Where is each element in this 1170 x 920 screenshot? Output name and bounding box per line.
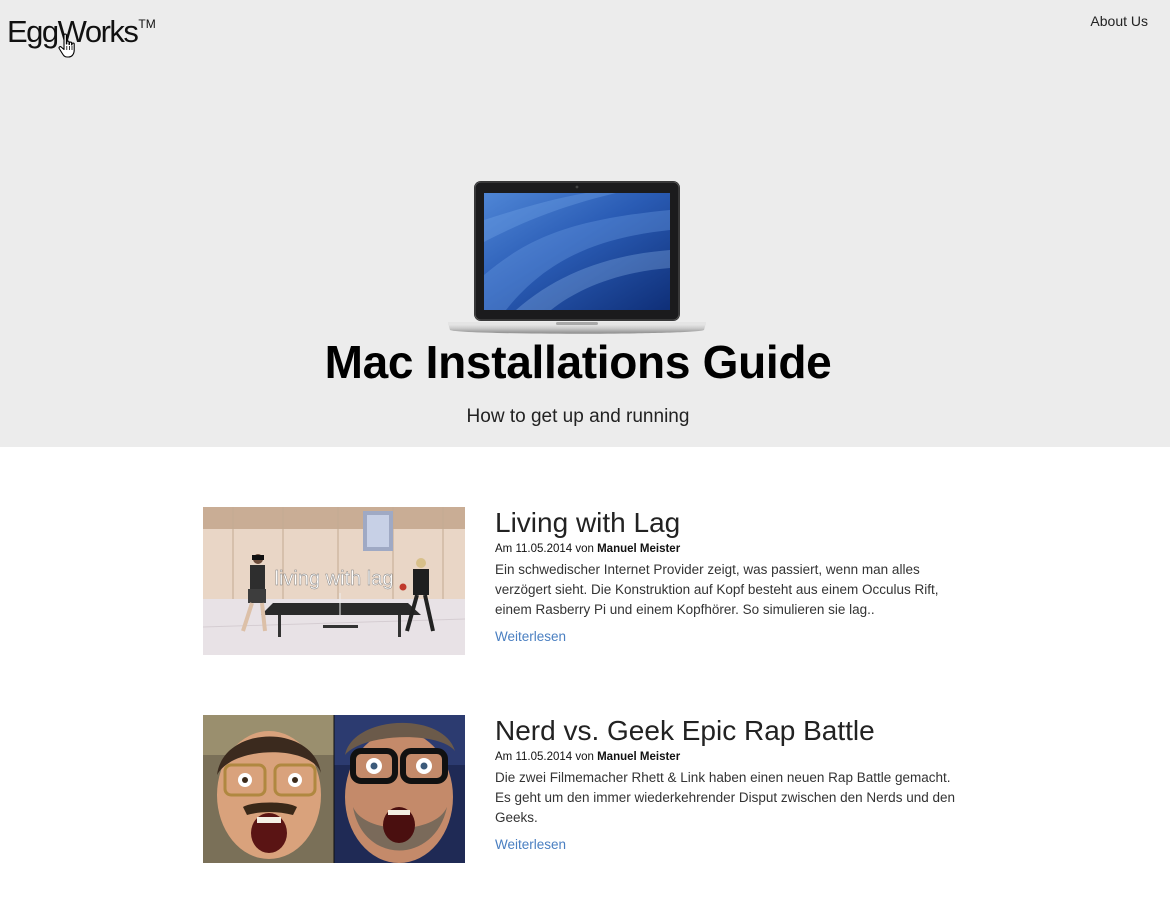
post-date: Am 11.05.2014 von — [495, 543, 594, 555]
post-item: Nerd vs. Geek Epic Rap Battle Am 11.05.2… — [203, 715, 963, 865]
post-date: Am 11.05.2014 von — [495, 751, 594, 763]
post-meta: Am 11.05.2014 von Manuel Meister — [495, 542, 955, 556]
rap-battle-image — [203, 715, 465, 863]
post-thumbnail[interactable]: living with lag — [203, 507, 465, 655]
post-excerpt: Die zwei Filmemacher Rhett & Link haben … — [495, 770, 955, 825]
post-body: Nerd vs. Geek Epic Rap Battle Am 11.05.2… — [495, 715, 955, 854]
post-excerpt: Ein schwedischer Internet Provider zeigt… — [495, 562, 939, 617]
laptop-icon — [448, 181, 706, 334]
logo-trademark: TM — [138, 17, 156, 31]
table-tennis-image: living with lag — [203, 507, 465, 655]
post-item: living with lag Living with Lag Am 11.05… — [203, 507, 963, 657]
read-more-link[interactable]: Weiterlesen — [495, 837, 566, 852]
hero-title: Mac Installations Guide — [324, 336, 832, 388]
hero-section: EggWorksTM About Us Mac Installations Gu… — [0, 0, 1170, 447]
post-thumbnail[interactable] — [203, 715, 465, 863]
read-more-link[interactable]: Weiterlesen — [495, 629, 566, 644]
post-title[interactable]: Living with Lag — [495, 507, 955, 539]
hero-subtitle: How to get up and running — [466, 406, 690, 427]
post-author: Manuel Meister — [597, 751, 681, 763]
hand-cursor-icon — [58, 33, 75, 58]
logo-link[interactable]: EggWorksTM — [7, 4, 156, 52]
post-title[interactable]: Nerd vs. Geek Epic Rap Battle — [495, 715, 955, 747]
nav-about-us-link[interactable]: About Us — [1090, 13, 1148, 29]
post-meta: Am 11.05.2014 von Manuel Meister — [495, 750, 955, 764]
post-author: Manuel Meister — [597, 543, 681, 555]
thumbnail-caption: living with lag — [275, 568, 394, 590]
post-body: Living with Lag Am 11.05.2014 von Manuel… — [495, 507, 955, 646]
